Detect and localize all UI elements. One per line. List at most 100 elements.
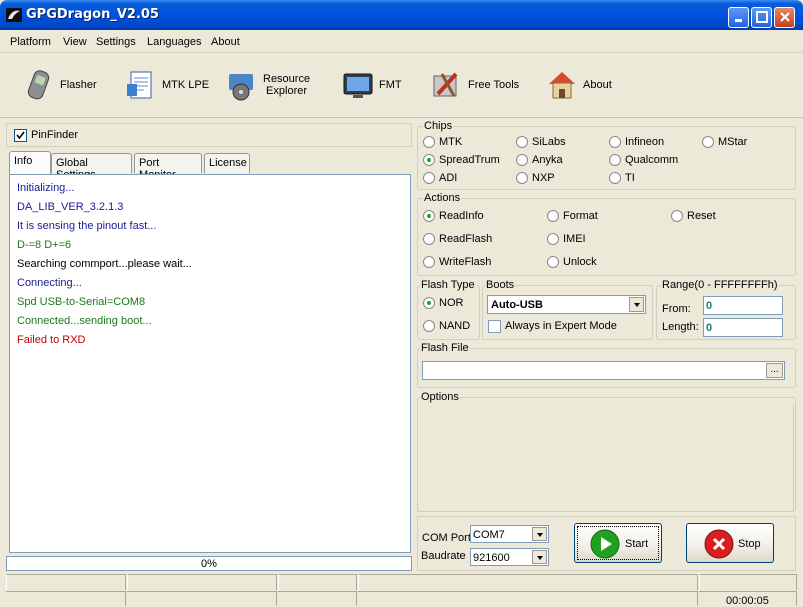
expert-mode-label: Always in Expert Mode — [505, 320, 617, 332]
flash-file-legend: Flash File — [420, 342, 470, 354]
menu-platform[interactable]: Platform — [10, 36, 51, 48]
flash-file-input[interactable]: ... — [422, 361, 785, 380]
action-label: IMEI — [563, 233, 586, 245]
baudrate-select[interactable]: 921600 — [470, 548, 549, 566]
tab-info[interactable]: Info — [9, 151, 51, 174]
radio-nor[interactable] — [423, 297, 435, 309]
menu-about[interactable]: About — [211, 36, 240, 48]
radio-writeflash[interactable] — [423, 256, 435, 268]
radio-spreadtrum[interactable] — [423, 154, 435, 166]
radio-nxp[interactable] — [516, 172, 528, 184]
check-icon — [16, 131, 25, 140]
close-icon — [779, 12, 790, 22]
menu-view[interactable]: View — [63, 36, 87, 48]
chevron-down-icon[interactable] — [532, 527, 547, 541]
radio-imei[interactable] — [547, 233, 559, 245]
mtk-lpe-button[interactable]: MTK LPE — [124, 54, 209, 118]
tab-global-settings[interactable]: Global Settings — [51, 153, 132, 181]
fmt-button[interactable]: FMT — [341, 54, 411, 118]
chip-label: MStar — [718, 136, 748, 148]
options-legend: Options — [420, 391, 460, 403]
status-cell — [358, 574, 698, 590]
free-tools-label: Free Tools — [468, 79, 520, 91]
length-value: 0 — [706, 322, 713, 334]
log-line: D-=8 D+=6 — [17, 239, 72, 251]
chip-label: ADI — [439, 172, 458, 184]
minimize-button[interactable] — [728, 7, 749, 28]
app-icon — [6, 8, 22, 22]
document-icon — [127, 71, 152, 99]
chip-label: NXP — [532, 172, 555, 184]
expert-mode-checkbox[interactable] — [488, 320, 501, 333]
flasher-label: Flasher — [60, 79, 97, 91]
status-cell — [6, 591, 126, 606]
action-label: ReadFlash — [439, 233, 493, 245]
tab-port-monitor[interactable]: Port Monitor — [134, 153, 202, 181]
browse-button[interactable]: ... — [766, 363, 783, 378]
title-bar[interactable]: GPGDragon_V2.05 — [0, 0, 803, 30]
radio-format[interactable] — [547, 210, 559, 222]
status-cell — [699, 574, 797, 590]
action-label: Unlock — [563, 256, 597, 268]
radio-unlock[interactable] — [547, 256, 559, 268]
action-label: WriteFlash — [439, 256, 492, 268]
menu-settings[interactable]: Settings — [96, 36, 136, 48]
resource-explorer-label: Resource Explorer — [263, 73, 311, 97]
mtk-lpe-label: MTK LPE — [162, 79, 210, 91]
radio-nand[interactable] — [423, 320, 435, 332]
radio-silabs[interactable] — [516, 136, 528, 148]
status-cell — [6, 574, 126, 590]
fmt-label: FMT — [379, 79, 402, 91]
radio-adi[interactable] — [423, 172, 435, 184]
start-label: Start — [625, 538, 649, 550]
chevron-down-icon[interactable] — [532, 550, 547, 564]
radio-mstar[interactable] — [702, 136, 714, 148]
radio-readflash[interactable] — [423, 233, 435, 245]
radio-mtk[interactable] — [423, 136, 435, 148]
com-port-value: COM7 — [473, 529, 505, 541]
radio-anyka[interactable] — [516, 154, 528, 166]
film-reel-icon — [229, 74, 253, 101]
free-tools-button[interactable]: Free Tools — [430, 54, 525, 118]
pinfinder-checkbox[interactable] — [14, 129, 27, 142]
tab-license[interactable]: License — [204, 153, 250, 173]
resource-explorer-button[interactable]: Resource Explorer — [225, 54, 315, 118]
about-toolbar-label: About — [583, 79, 612, 91]
chip-label: Infineon — [625, 136, 665, 148]
log-line: Connected...sending boot... — [17, 315, 152, 327]
radio-ti[interactable] — [609, 172, 621, 184]
toolbar: Flasher MTK LPE Resource Explorer FMT Fr… — [0, 54, 803, 118]
house-icon — [549, 72, 575, 99]
radio-reset[interactable] — [671, 210, 683, 222]
stop-icon — [704, 529, 734, 559]
stop-button[interactable]: Stop — [686, 523, 774, 563]
boots-select[interactable]: Auto-USB — [487, 295, 646, 314]
nand-label: NAND — [439, 320, 471, 332]
radio-qualcomm[interactable] — [609, 154, 621, 166]
actions-legend: Actions — [423, 192, 462, 204]
maximize-button[interactable] — [751, 7, 772, 28]
log-line: Failed to RXD — [17, 334, 86, 346]
flasher-button[interactable]: Flasher — [22, 54, 102, 118]
com-port-label: COM Port — [422, 532, 471, 544]
com-port-select[interactable]: COM7 — [470, 525, 549, 543]
from-input[interactable]: 0 — [703, 296, 783, 315]
radio-infineon[interactable] — [609, 136, 621, 148]
about-toolbar-button[interactable]: About — [545, 54, 620, 118]
menu-languages[interactable]: Languages — [147, 36, 201, 48]
boots-value: Auto-USB — [491, 299, 543, 311]
baudrate-value: 921600 — [473, 552, 510, 564]
close-button[interactable] — [774, 7, 795, 28]
from-label: From: — [662, 303, 691, 315]
pinfinder-label: PinFinder — [31, 129, 79, 141]
monitor-icon — [343, 73, 373, 98]
radio-readinfo[interactable] — [423, 210, 435, 222]
log-output[interactable]: Initializing... DA_LIB_VER_3.2.1.3 It is… — [9, 174, 411, 553]
start-button[interactable]: Start — [574, 523, 662, 563]
progress-bar: 0% — [6, 556, 412, 571]
length-input[interactable]: 0 — [703, 318, 783, 337]
chevron-down-icon[interactable] — [629, 297, 644, 312]
baudrate-label: Baudrate — [421, 550, 466, 562]
log-line: Connecting... — [17, 277, 82, 289]
status-cell — [278, 574, 357, 590]
